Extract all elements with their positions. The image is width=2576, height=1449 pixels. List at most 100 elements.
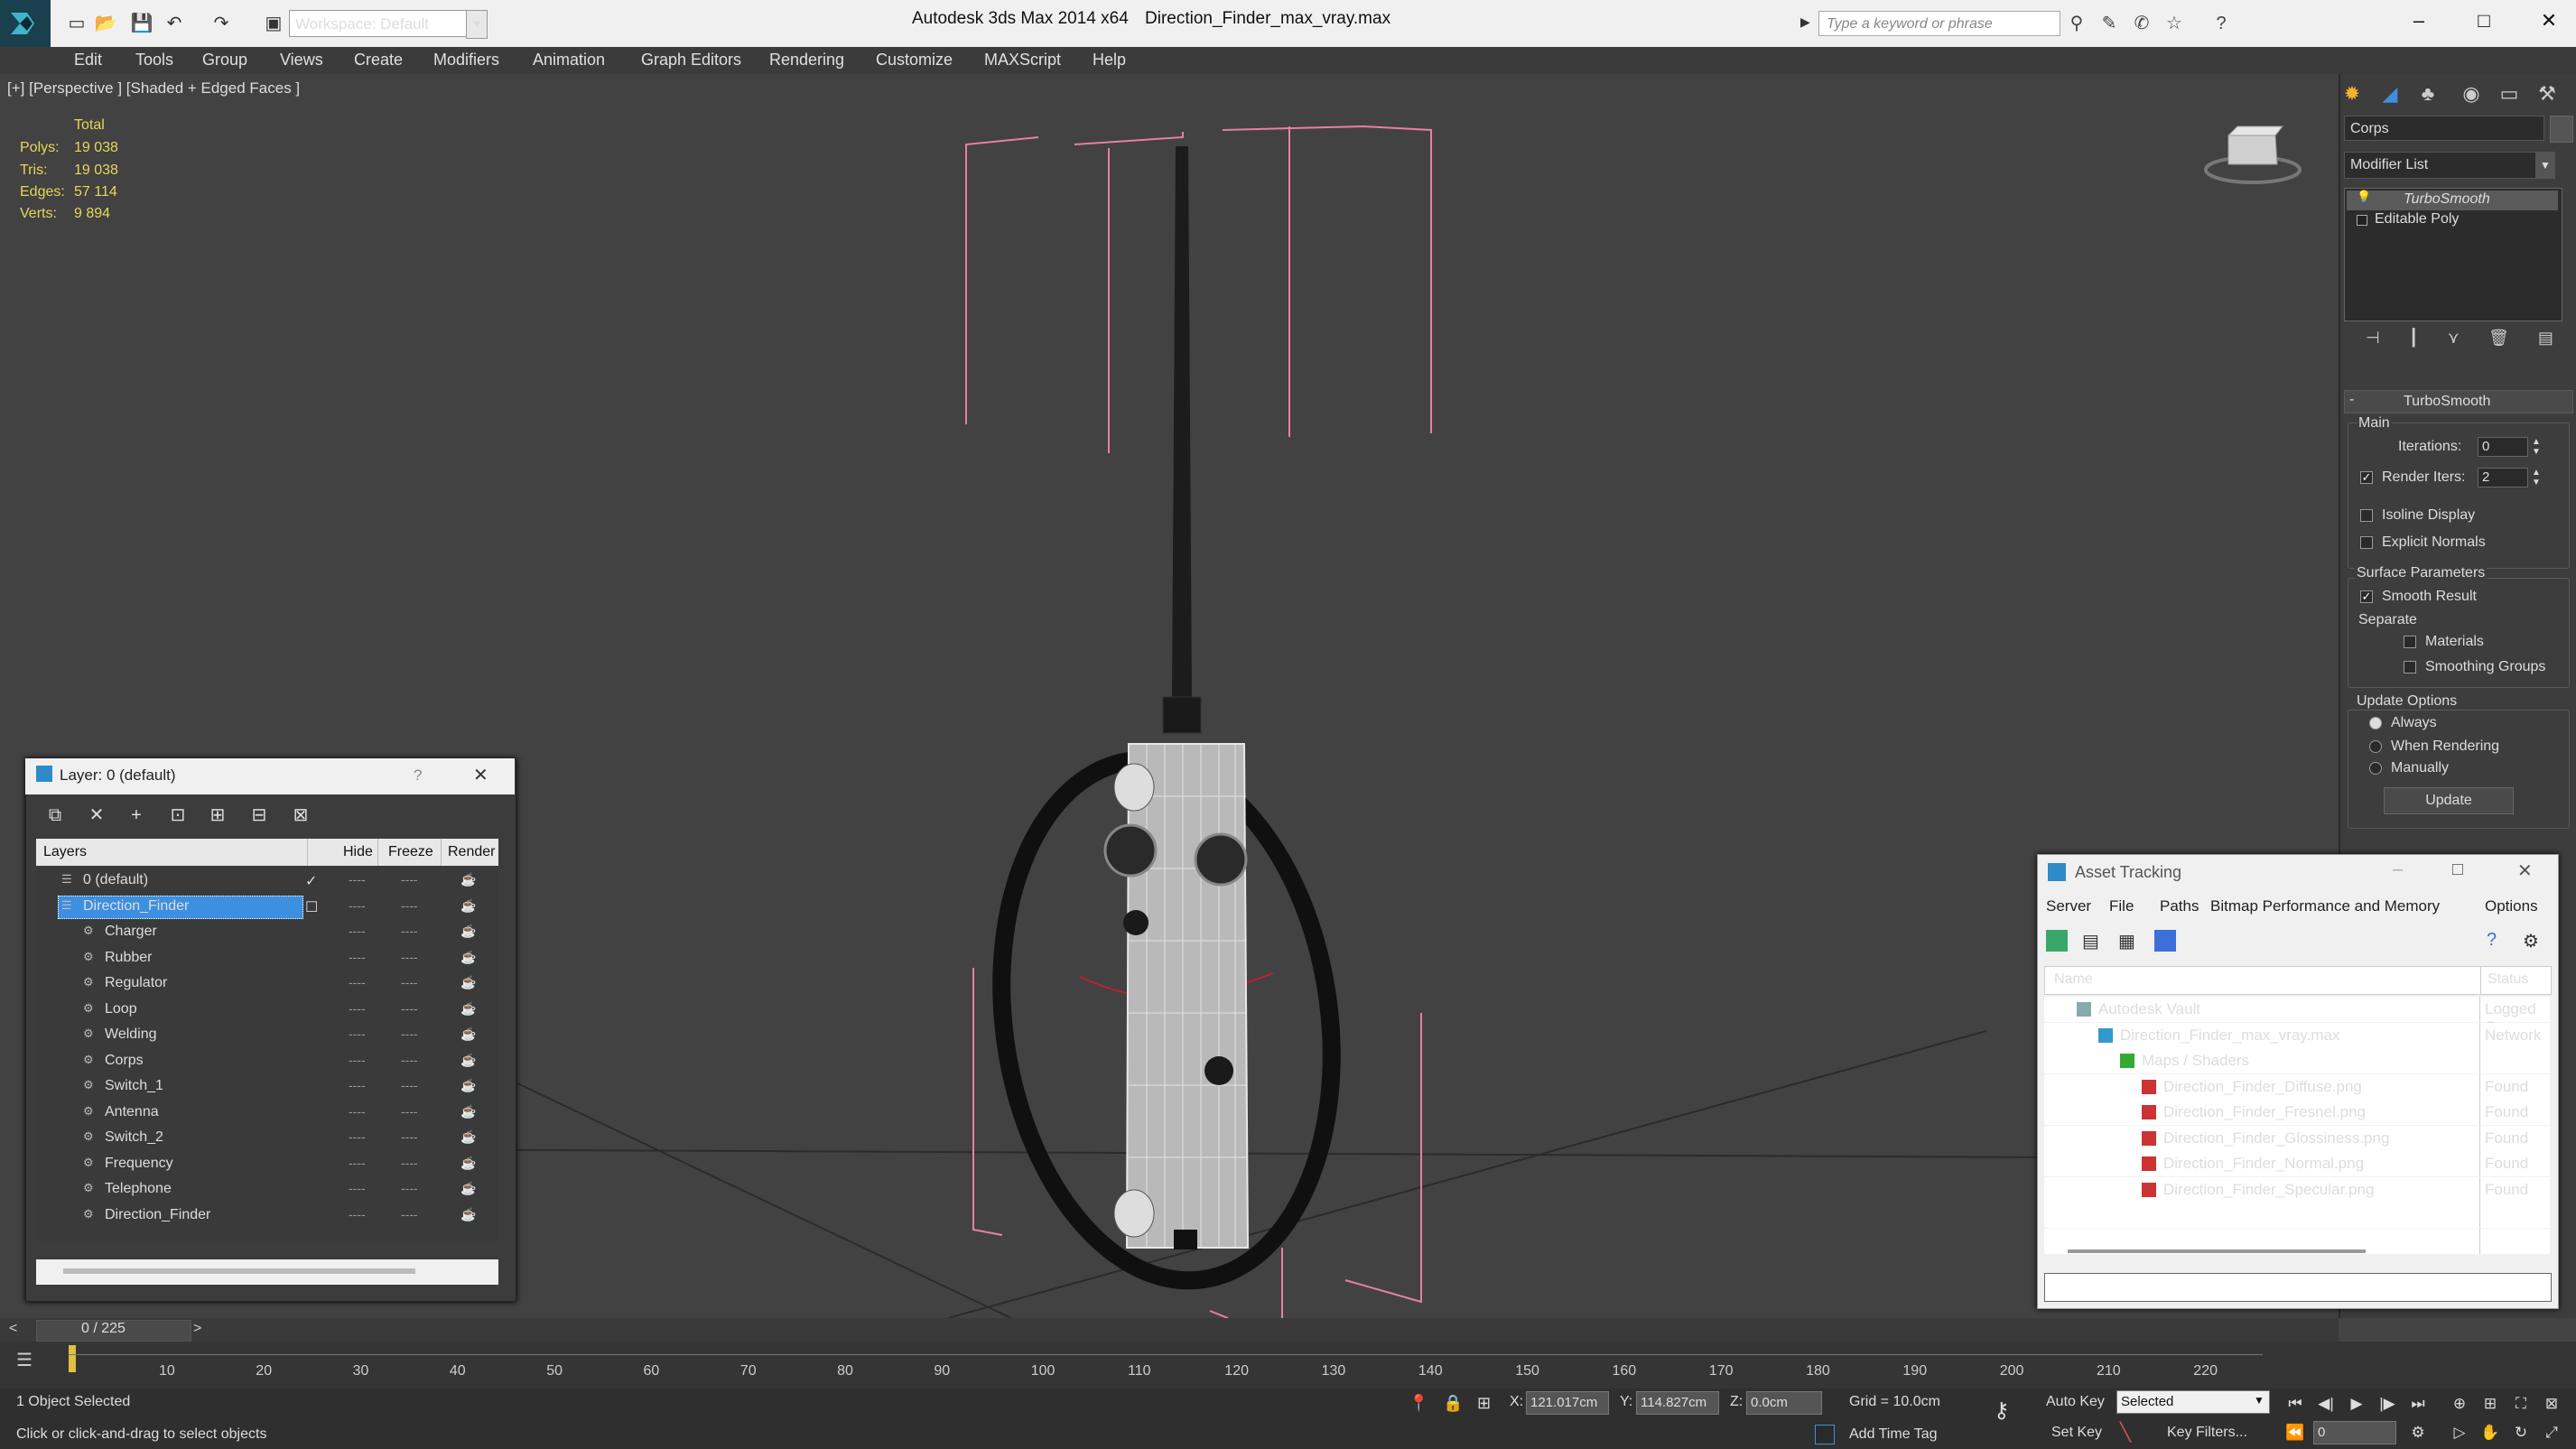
layer-row[interactable]: ⚙ Rubber ---- ---- ☕ xyxy=(36,946,498,971)
subscription-icon[interactable]: ✎ xyxy=(2098,13,2120,34)
zoom-extents-icon[interactable]: ⛶ xyxy=(2508,1392,2534,1416)
freeze-toggle[interactable]: ---- xyxy=(401,950,418,964)
modifier-list-dropdown[interactable]: Modifier List xyxy=(2344,152,2553,179)
key-filters-button[interactable]: Key Filters... xyxy=(2167,1425,2247,1441)
maximize-viewport-icon[interactable]: ⤢ xyxy=(2539,1421,2564,1444)
layer-row[interactable]: ☰ Direction_Finder ☐ ---- ---- ☕ xyxy=(36,895,498,920)
hide-toggle[interactable]: ---- xyxy=(349,950,366,964)
hide-toggle[interactable]: ---- xyxy=(349,1104,366,1119)
layer-row[interactable]: ⚙ Regulator ---- ---- ☕ xyxy=(36,971,498,997)
table-view-icon[interactable] xyxy=(2154,930,2176,952)
remove-modifier-icon[interactable]: 🗑 xyxy=(2488,329,2509,356)
create-tab-icon[interactable]: ✹ xyxy=(2337,78,2367,110)
mini-curve-icon[interactable]: ☰ xyxy=(16,1349,33,1371)
hide-toggle[interactable]: ---- xyxy=(349,872,366,887)
freeze-toggle[interactable]: ---- xyxy=(401,1129,418,1144)
add-to-layer-icon[interactable]: + xyxy=(123,802,150,829)
menu-edit[interactable]: Edit xyxy=(74,51,102,70)
help-icon[interactable]: ? xyxy=(414,766,422,785)
add-time-tag[interactable]: Add Time Tag xyxy=(1849,1426,1938,1443)
open-file-icon[interactable]: 📂 xyxy=(94,11,117,34)
play-arrow-icon[interactable]: ▶ xyxy=(1800,14,1810,30)
hide-all-icon[interactable]: ⊟ xyxy=(246,802,273,829)
maximize-button[interactable]: □ xyxy=(2461,5,2506,36)
set-active-checkbox[interactable]: ☐ xyxy=(305,898,318,916)
delete-layer-icon[interactable]: ✕ xyxy=(83,802,110,829)
freeze-toggle[interactable]: ---- xyxy=(401,1207,418,1221)
freeze-toggle[interactable]: ---- xyxy=(401,1078,418,1092)
collapse-icon[interactable]: - xyxy=(2349,392,2354,408)
layer-row[interactable]: ⚙ Switch_2 ---- ---- ☕ xyxy=(36,1126,498,1151)
make-unique-icon[interactable]: ⋎ xyxy=(2448,329,2460,356)
zoom-all-icon[interactable]: ⊞ xyxy=(2478,1392,2503,1416)
hide-toggle[interactable]: ---- xyxy=(349,1181,366,1195)
menu-options[interactable]: Options xyxy=(2485,897,2538,915)
play-icon[interactable]: ▶ xyxy=(2344,1392,2369,1416)
hierarchy-tab-icon[interactable]: ♣ xyxy=(2413,78,2443,110)
search-input[interactable]: Type a keyword or phrase xyxy=(1818,11,2060,36)
asset-row[interactable]: Direction_Finder_Diffuse.png Found xyxy=(2044,1073,2550,1101)
hide-toggle[interactable]: ---- xyxy=(349,1078,366,1092)
select-objects-icon[interactable]: ⊡ xyxy=(164,802,191,829)
viewport-label[interactable]: [+] [Perspective ] [Shaded + Edged Faces… xyxy=(7,79,300,98)
lock-icon[interactable]: 🔒 xyxy=(1443,1394,1463,1413)
hide-toggle[interactable]: ---- xyxy=(349,1207,366,1221)
render-iters-spinner[interactable]: 2 xyxy=(2478,468,2528,488)
materials-checkbox[interactable] xyxy=(2404,636,2416,648)
hide-toggle[interactable]: ---- xyxy=(349,1026,366,1041)
close-button[interactable]: ✕ xyxy=(2526,5,2571,36)
freeze-toggle[interactable]: ---- xyxy=(401,975,418,989)
auto-key-button[interactable]: Auto Key xyxy=(2046,1394,2105,1410)
expand-icon[interactable] xyxy=(2357,215,2367,226)
asset-row[interactable]: Maps / Shaders xyxy=(2044,1048,2550,1074)
freeze-toggle[interactable]: ---- xyxy=(401,1001,418,1016)
next-frame-icon[interactable]: |▶ xyxy=(2375,1392,2400,1416)
utilities-tab-icon[interactable]: ⚒ xyxy=(2532,78,2562,110)
help-icon[interactable]: ? xyxy=(2487,930,2508,952)
menu-group[interactable]: Group xyxy=(202,51,247,70)
binoculars-icon[interactable]: ⚲ xyxy=(2066,13,2088,34)
iterations-spinner[interactable]: 0 xyxy=(2478,437,2528,457)
menu-bitmap[interactable]: Bitmap Performance and Memory xyxy=(2210,897,2440,915)
time-config-icon[interactable]: ⚙ xyxy=(2405,1421,2431,1444)
asset-path-field[interactable] xyxy=(2044,1273,2552,1302)
pan-icon[interactable]: ✋ xyxy=(2478,1421,2503,1444)
manually-radio[interactable] xyxy=(2369,762,2382,775)
communication-icon[interactable]: ✆ xyxy=(2131,13,2153,34)
menu-customize[interactable]: Customize xyxy=(876,51,953,70)
menu-server[interactable]: Server xyxy=(2046,897,2091,915)
render-teapot-icon[interactable]: ☕ xyxy=(460,975,476,990)
menu-tools[interactable]: Tools xyxy=(135,51,173,70)
render-teapot-icon[interactable]: ☕ xyxy=(460,1053,476,1068)
refresh-icon[interactable] xyxy=(2046,930,2068,952)
render-teapot-icon[interactable]: ☕ xyxy=(460,1026,476,1042)
hide-toggle[interactable]: ---- xyxy=(349,898,366,913)
render-teapot-icon[interactable]: ☕ xyxy=(460,1156,476,1171)
hide-toggle[interactable]: ---- xyxy=(349,1001,366,1016)
asset-row[interactable]: Direction_Finder_Specular.png Found xyxy=(2044,1176,2550,1203)
motion-tab-icon[interactable]: ◉ xyxy=(2456,78,2487,110)
viewcube-icon[interactable] xyxy=(2203,117,2302,190)
layer-row[interactable]: ☰ 0 (default) ✓ ---- ---- ☕ xyxy=(36,868,498,894)
chevron-down-icon[interactable]: ▼ xyxy=(2535,152,2555,179)
asset-row[interactable]: Direction_Finder_Fresnel.png Found xyxy=(2044,1100,2550,1126)
set-keys-icon[interactable]: ╲ xyxy=(2120,1421,2131,1444)
spinner-arrows-icon[interactable]: ▲ ▼ xyxy=(2532,468,2541,488)
layer-row[interactable]: ⚙ Charger ---- ---- ☕ xyxy=(36,920,498,945)
minimize-button[interactable]: – xyxy=(2396,5,2441,36)
help-icon[interactable]: ? xyxy=(2210,13,2232,34)
isoline-checkbox[interactable] xyxy=(2360,509,2373,522)
menu-file[interactable]: File xyxy=(2109,897,2134,915)
previous-frame-icon[interactable]: ◀| xyxy=(2313,1392,2339,1416)
col-render[interactable]: Render xyxy=(448,844,495,860)
minimize-icon[interactable]: – xyxy=(2393,859,2403,880)
maximize-icon[interactable]: □ xyxy=(2452,859,2463,880)
asset-row[interactable]: Direction_Finder_max_vray.max Network xyxy=(2044,1022,2550,1049)
close-icon[interactable]: ✕ xyxy=(2517,859,2533,882)
object-name-field[interactable]: Corps xyxy=(2344,116,2544,141)
render-teapot-icon[interactable]: ☕ xyxy=(460,950,476,965)
render-teapot-icon[interactable]: ☕ xyxy=(460,872,476,887)
render-teapot-icon[interactable]: ☕ xyxy=(460,1001,476,1017)
render-teapot-icon[interactable]: ☕ xyxy=(460,1207,476,1222)
render-teapot-icon[interactable]: ☕ xyxy=(460,898,476,914)
